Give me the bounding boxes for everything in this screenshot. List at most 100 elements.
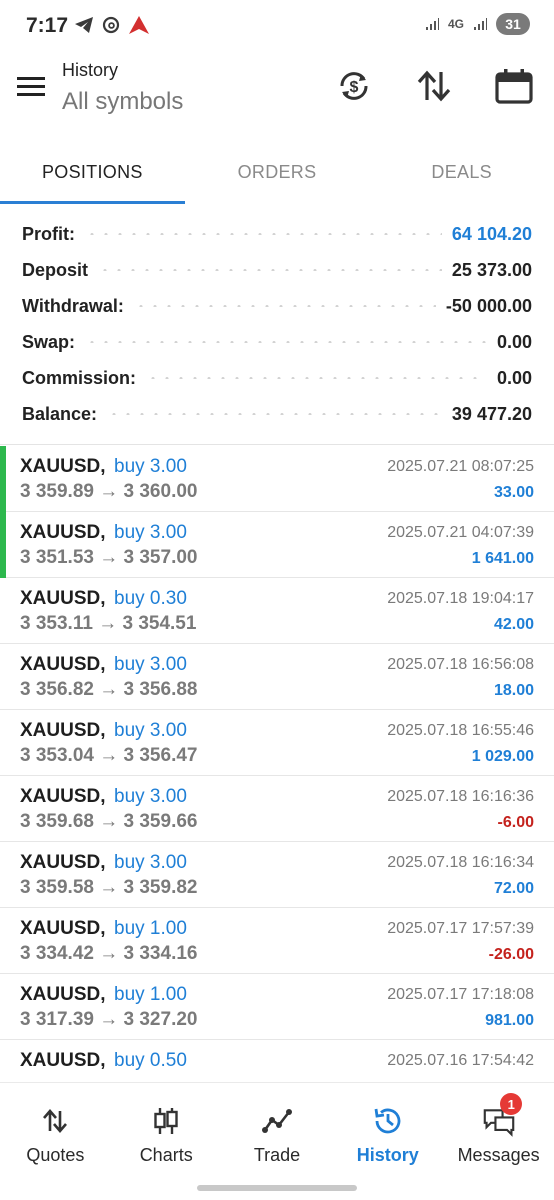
- account-summary: Profit: 64 104.20 Deposit 25 373.00 With…: [0, 216, 554, 432]
- signal-icon: [425, 18, 439, 30]
- deal-side: buy 0.50: [114, 1050, 187, 1071]
- deal-time: 2025.07.17 17:18:08: [387, 986, 534, 1003]
- deal-time: 2025.07.18 16:16:34: [387, 854, 534, 871]
- nav-label: Charts: [139, 1145, 193, 1165]
- currency-exchange-icon[interactable]: $: [334, 66, 374, 106]
- dotted-leader: [107, 413, 442, 415]
- nav-label: Trade: [253, 1145, 301, 1165]
- dotted-leader: [85, 233, 442, 235]
- nav-trade[interactable]: Trade: [222, 1083, 333, 1172]
- position-row[interactable]: XAUUSD, buy 3.00 3 359.89 → 3 360.00 202…: [0, 446, 554, 512]
- summary-label: Profit:: [22, 223, 75, 244]
- nav-quotes[interactable]: Quotes: [0, 1083, 111, 1172]
- calendar-icon[interactable]: [494, 66, 534, 106]
- deal-side: buy 3.00: [114, 852, 187, 873]
- deal-profit: 72.00: [493, 880, 534, 897]
- telegram-icon: [75, 17, 93, 33]
- deal-time: 2025.07.17 17:57:39: [387, 920, 534, 937]
- position-row[interactable]: XAUUSD, buy 3.00 3 359.58 → 3 359.82 202…: [0, 842, 554, 908]
- dotted-leader: [98, 269, 442, 271]
- notification-icons: [74, 15, 150, 35]
- summary-row-withdrawal: Withdrawal: -50 000.00: [0, 288, 554, 324]
- position-row[interactable]: XAUUSD, buy 3.00 3 353.04 → 3 356.47 202…: [0, 710, 554, 776]
- candlestick-icon: [150, 1105, 182, 1137]
- position-row[interactable]: XAUUSD, buy 3.00 3 359.68 → 3 359.66 202…: [0, 776, 554, 842]
- summary-row-profit: Profit: 64 104.20: [0, 216, 554, 252]
- position-row[interactable]: XAUUSD, buy 1.00 3 317.39 → 3 327.20 202…: [0, 974, 554, 1040]
- deal-profit: 981.00: [485, 1012, 534, 1029]
- deal-side: buy 1.00: [114, 918, 187, 939]
- dotted-leader: [85, 341, 487, 343]
- summary-value: 39 477.20: [451, 403, 532, 424]
- deal-side: buy 1.00: [114, 984, 187, 1005]
- deal-symbol: XAUUSD,: [20, 786, 106, 807]
- summary-label: Balance:: [22, 403, 98, 424]
- nav-label: History: [356, 1145, 419, 1165]
- deal-profit: 42.00: [493, 616, 534, 633]
- deal-prices: 3 359.89 → 3 360.00: [20, 481, 198, 502]
- deal-time: 2025.07.18 16:56:08: [387, 656, 534, 673]
- deal-profit: -26.00: [488, 946, 534, 963]
- deal-side: buy 3.00: [114, 456, 187, 477]
- home-indicator[interactable]: [197, 1185, 357, 1191]
- deal-symbol: XAUUSD,: [20, 1050, 106, 1071]
- deal-profit: -6.00: [497, 814, 534, 831]
- position-row[interactable]: XAUUSD, buy 1.00 3 334.42 → 3 334.16 202…: [0, 908, 554, 974]
- nav-label: Quotes: [26, 1145, 85, 1165]
- deal-symbol: XAUUSD,: [20, 522, 106, 543]
- position-row[interactable]: XAUUSD, buy 3.00 3 351.53 → 3 357.00 202…: [0, 512, 554, 578]
- deal-symbol: XAUUSD,: [20, 588, 106, 609]
- summary-label: Withdrawal:: [22, 295, 124, 316]
- deal-symbol: XAUUSD,: [20, 852, 106, 873]
- position-row[interactable]: XAUUSD, buy 0.50 2025.07.16 17:54:42: [0, 1040, 554, 1082]
- dotted-leader: [133, 305, 436, 307]
- deal-time: 2025.07.21 08:07:25: [387, 458, 534, 475]
- deal-side: buy 3.00: [114, 720, 187, 741]
- status-bar: 7:17 4G 31: [0, 0, 554, 52]
- deal-profit: 1 641.00: [471, 550, 534, 567]
- deal-side: buy 3.00: [114, 654, 187, 675]
- symbol-filter[interactable]: All symbols: [62, 88, 183, 116]
- app-header: History All symbols $: [0, 52, 554, 132]
- deal-time: 2025.07.18 16:16:36: [387, 788, 534, 805]
- tab-positions[interactable]: POSITIONS: [0, 140, 185, 204]
- deal-prices: 3 353.04 → 3 356.47: [20, 745, 198, 766]
- summary-label: Deposit: [22, 259, 89, 280]
- deal-time: 2025.07.18 16:55:46: [387, 722, 534, 739]
- position-row[interactable]: XAUUSD, buy 0.30 3 353.11 → 3 354.51 202…: [0, 578, 554, 644]
- status-time: 7:17: [26, 14, 69, 37]
- menu-icon[interactable]: [14, 70, 48, 104]
- deal-symbol: XAUUSD,: [20, 654, 106, 675]
- signal-icon-2: [474, 18, 487, 30]
- deal-symbol: XAUUSD,: [20, 456, 106, 477]
- nav-history[interactable]: History: [332, 1083, 443, 1172]
- summary-label: Swap:: [22, 331, 76, 352]
- deal-symbol: XAUUSD,: [20, 918, 106, 939]
- deal-time: 2025.07.21 04:07:39: [387, 524, 534, 541]
- position-row[interactable]: XAUUSD, buy 3.00 3 356.82 → 3 356.88 202…: [0, 644, 554, 710]
- bottom-nav: Quotes Charts Trade History 1 Messages: [0, 1082, 554, 1172]
- nav-label: Messages: [457, 1145, 540, 1165]
- summary-row-swap: Swap: 0.00: [0, 324, 554, 360]
- deal-profit: 1 029.00: [471, 748, 534, 765]
- unread-badge: 1: [500, 1093, 523, 1115]
- nav-charts[interactable]: Charts: [111, 1083, 222, 1172]
- summary-value: 0.00: [496, 367, 532, 388]
- deal-prices: 3 351.53 → 3 357.00: [20, 547, 198, 568]
- summary-value: 25 373.00: [451, 259, 532, 280]
- summary-value: 64 104.20: [451, 223, 532, 244]
- summary-label: Commission:: [22, 367, 137, 388]
- tab-orders[interactable]: ORDERS: [185, 140, 370, 204]
- deal-side: buy 0.30: [114, 588, 187, 609]
- deal-profit: 33.00: [493, 484, 534, 501]
- sort-icon[interactable]: [414, 66, 454, 106]
- nav-messages[interactable]: 1 Messages: [443, 1083, 554, 1172]
- tab-deals[interactable]: DEALS: [369, 140, 554, 204]
- quotes-icon: [39, 1105, 71, 1137]
- summary-row-deposit: Deposit 25 373.00: [0, 252, 554, 288]
- deal-symbol: XAUUSD,: [20, 720, 106, 741]
- deal-side: buy 3.00: [114, 786, 187, 807]
- trade-line-icon: [261, 1105, 293, 1137]
- deal-prices: 3 353.11 → 3 354.51: [20, 613, 197, 634]
- history-tabs: POSITIONS ORDERS DEALS: [0, 140, 554, 204]
